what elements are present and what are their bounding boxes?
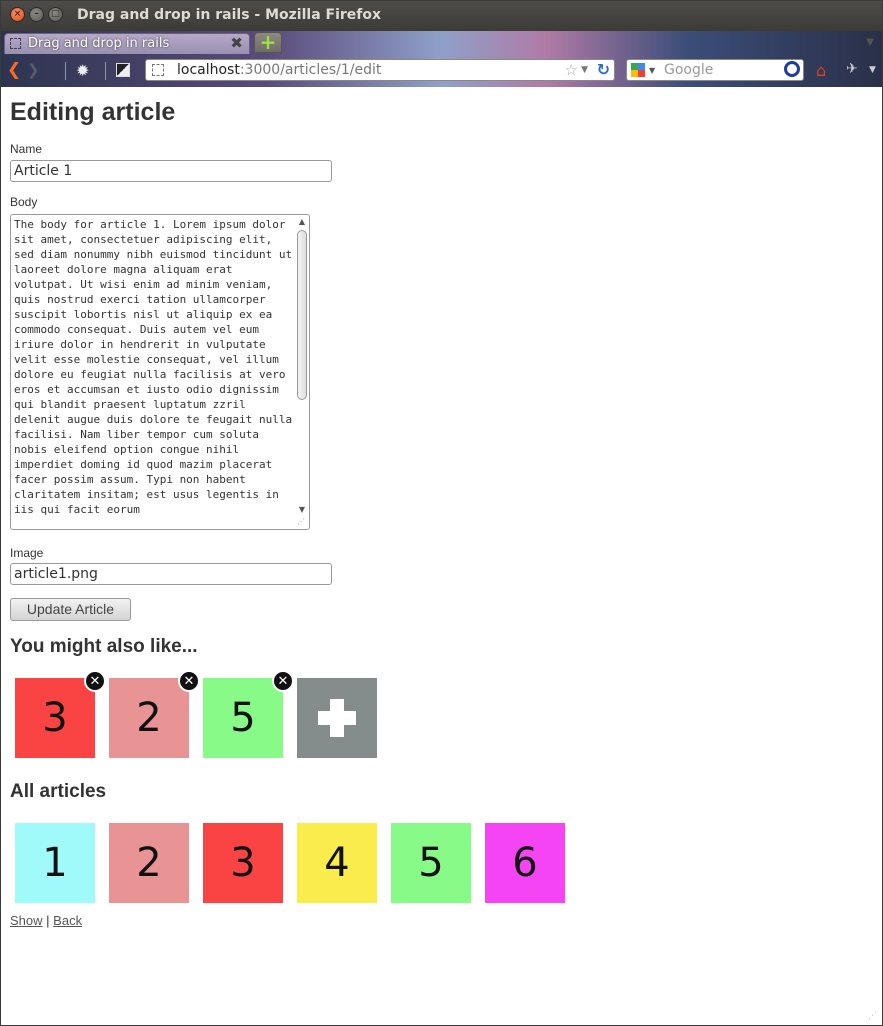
search-bar[interactable]: ▼ Google [626,59,804,81]
window-controls: × – □ [10,7,63,22]
scrollbar-thumb[interactable] [297,230,307,400]
forward-arrow-icon[interactable]: ❯ [27,61,40,79]
update-article-button[interactable]: Update Article [10,598,131,621]
body-scrollbar[interactable]: ▲ ▼ [296,216,308,516]
page-favicon-icon [10,38,21,49]
toolbar-divider [65,62,66,80]
article-tile[interactable]: 6 [485,823,565,903]
tile-number: 3 [42,695,68,741]
history-chevron-down-icon[interactable]: ▼ [581,65,588,75]
theme-icon[interactable] [116,63,130,77]
remove-icon[interactable]: ✕ [84,670,106,692]
back-link[interactable]: Back [53,913,82,928]
browser-window: × – □ Drag and drop in rails - Mozilla F… [0,0,883,1026]
related-article-tile[interactable]: 2 [109,678,189,758]
back-arrow-icon[interactable]: ❮ [7,60,21,80]
addon-icon[interactable]: ✈ [846,61,858,77]
search-engine-icon[interactable] [631,63,645,77]
all-articles-heading: All articles [10,781,107,802]
remove-icon[interactable]: ✕ [272,670,294,692]
tab-drag-and-drop[interactable]: Drag and drop in rails ✖ [4,33,250,54]
add-related-button[interactable] [297,678,377,758]
page-title: Editing article [10,98,176,126]
resize-grip-icon[interactable]: ⋰ [297,517,308,528]
browser-toolbar: Drag and drop in rails ✖ + ▼ ❮ ❯ ✹ local… [1,31,882,87]
new-tab-button[interactable]: + [254,32,282,53]
url-text[interactable]: localhost:3000/articles/1/edit [177,62,381,78]
window-resize-grip-icon[interactable]: ⋰ [868,1011,880,1023]
article-tile[interactable]: 1 [15,823,95,903]
tile-number: 2 [136,695,162,741]
show-link[interactable]: Show [10,913,43,928]
tile-number: 2 [136,840,162,886]
toolbar-divider [105,62,106,80]
name-label: Name [10,142,43,156]
tile-number: 5 [230,695,256,741]
image-label: Image [10,546,44,560]
tile-number: 4 [324,840,350,886]
body-textarea[interactable]: The body for article 1. Lorem ipsum dolo… [10,214,310,530]
bookmark-star-icon[interactable]: ☆ [565,61,578,79]
article-tile[interactable]: 2 [109,823,189,903]
tile-number: 1 [42,840,68,886]
title-bar: × – □ Drag and drop in rails - Mozilla F… [1,1,882,31]
tile-number: 6 [512,840,538,886]
remove-icon[interactable]: ✕ [178,670,200,692]
tile-number: 5 [418,840,444,886]
navigation-bar: ❮ ❯ ✹ localhost:3000/articles/1/edit ☆ ▼… [1,57,882,87]
related-article-tile[interactable]: 3 [15,678,95,758]
window-title: Drag and drop in rails - Mozilla Firefox [77,7,382,23]
article-tile[interactable]: 3 [203,823,283,903]
site-identity-icon[interactable] [152,64,164,76]
body-text: The body for article 1. Lorem ipsum dolo… [14,218,299,516]
footer-links: Show | Back [10,913,82,928]
search-icon[interactable] [784,61,800,77]
url-bar[interactable]: localhost:3000/articles/1/edit ☆ ▼ ↻ [145,59,615,81]
scroll-down-icon[interactable]: ▼ [296,504,308,516]
gear-icon[interactable]: ✹ [76,61,89,80]
url-host: localhost [177,62,240,78]
search-input[interactable]: Google [664,62,713,78]
related-article-tile[interactable]: 5 [203,678,283,758]
related-heading: You might also like... [10,636,198,657]
reload-icon[interactable]: ↻ [597,60,610,79]
article-tile[interactable]: 4 [297,823,377,903]
link-separator: | [46,913,50,928]
tab-list-chevron-down-icon[interactable]: ▼ [866,37,874,48]
maximize-window-button[interactable]: □ [48,7,63,22]
plus-icon [330,699,344,737]
name-field[interactable]: Article 1 [10,160,332,182]
tab-label: Drag and drop in rails [28,36,170,51]
url-path: :3000/articles/1/edit [239,62,382,78]
toolbar-chevron-down-icon[interactable]: ▼ [869,65,876,75]
home-icon[interactable]: ⌂ [816,61,826,80]
close-window-button[interactable]: × [10,7,25,22]
tile-number: 3 [230,840,256,886]
body-label: Body [10,195,38,209]
image-field[interactable]: article1.png [10,563,332,585]
page-content: Editing article Name Article 1 Body The … [1,87,882,1025]
tab-close-icon[interactable]: ✖ [230,34,243,52]
minimize-window-button[interactable]: – [29,7,44,22]
scroll-up-icon[interactable]: ▲ [296,216,308,228]
search-engine-chevron-down-icon[interactable]: ▼ [649,66,655,75]
article-tile[interactable]: 5 [391,823,471,903]
